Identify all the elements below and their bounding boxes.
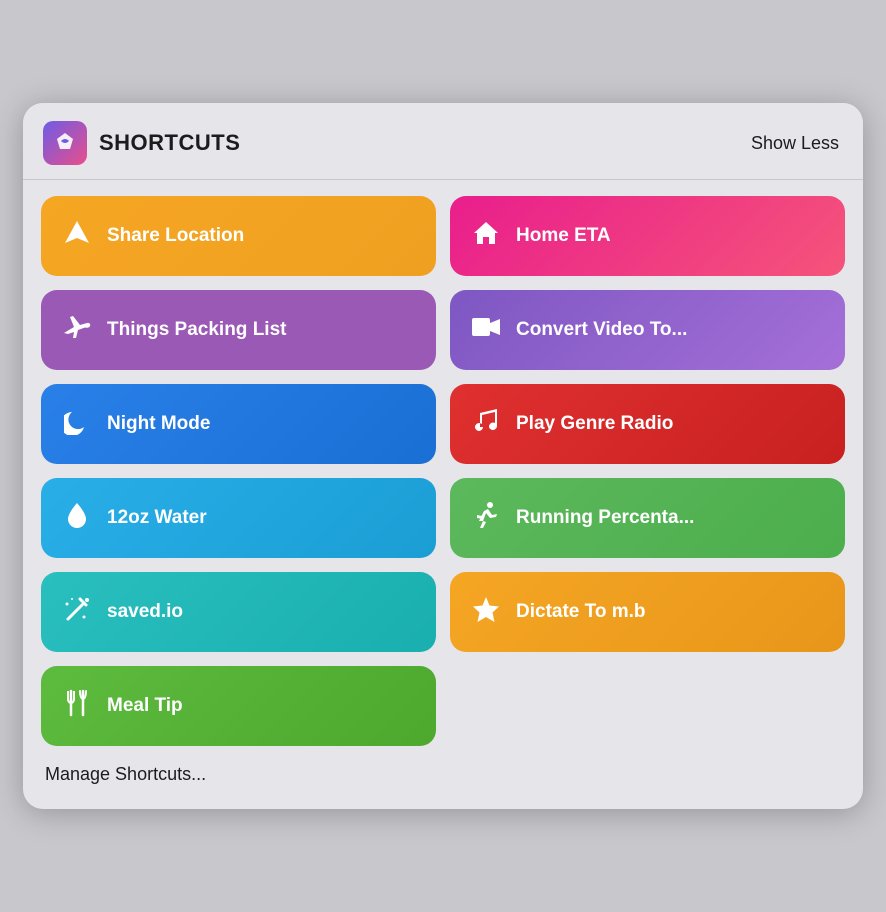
home-icon — [470, 219, 502, 254]
shortcut-share-location[interactable]: Share Location — [41, 196, 436, 276]
dictate-to-mb-label: Dictate To m.b — [516, 601, 646, 624]
shortcut-night-mode[interactable]: Night Mode — [41, 384, 436, 464]
home-eta-label: Home ETA — [516, 225, 611, 248]
widget-container: SHORTCUTS Show Less Share Location Home … — [23, 103, 863, 809]
empty-cell — [450, 666, 845, 746]
music-icon — [470, 407, 502, 442]
share-location-label: Share Location — [107, 225, 244, 248]
water-icon — [61, 501, 93, 536]
plane-icon — [61, 313, 93, 348]
meal-tip-label: Meal Tip — [107, 695, 183, 718]
header-divider — [23, 179, 863, 180]
play-genre-radio-label: Play Genre Radio — [516, 413, 673, 436]
saved-io-label: saved.io — [107, 601, 183, 624]
navigation-icon — [61, 219, 93, 254]
shortcut-12oz-water[interactable]: 12oz Water — [41, 478, 436, 558]
running-percentage-label: Running Percenta... — [516, 507, 694, 530]
things-packing-label: Things Packing List — [107, 319, 286, 342]
video-icon — [470, 315, 502, 346]
shortcut-play-genre-radio[interactable]: Play Genre Radio — [450, 384, 845, 464]
run-icon — [470, 501, 502, 536]
night-mode-label: Night Mode — [107, 413, 210, 436]
utensils-icon — [61, 689, 93, 724]
shortcut-saved-io[interactable]: saved.io — [41, 572, 436, 652]
shortcut-dictate-to-mb[interactable]: Dictate To m.b — [450, 572, 845, 652]
show-less-button[interactable]: Show Less — [751, 133, 839, 154]
shortcut-meal-tip[interactable]: Meal Tip — [41, 666, 436, 746]
star-icon — [470, 595, 502, 630]
moon-icon — [61, 407, 93, 442]
header-left: SHORTCUTS — [43, 121, 240, 165]
header: SHORTCUTS Show Less — [23, 103, 863, 179]
app-icon — [43, 121, 87, 165]
shortcut-things-packing[interactable]: Things Packing List — [41, 290, 436, 370]
12oz-water-label: 12oz Water — [107, 507, 207, 530]
shortcut-home-eta[interactable]: Home ETA — [450, 196, 845, 276]
manage-shortcuts-button[interactable]: Manage Shortcuts... — [23, 746, 863, 789]
convert-video-label: Convert Video To... — [516, 319, 687, 342]
shortcut-running-percentage[interactable]: Running Percenta... — [450, 478, 845, 558]
header-title: SHORTCUTS — [99, 130, 240, 156]
shortcut-convert-video[interactable]: Convert Video To... — [450, 290, 845, 370]
shortcuts-grid: Share Location Home ETA Things Packing L… — [23, 196, 863, 746]
magic-icon — [61, 595, 93, 630]
